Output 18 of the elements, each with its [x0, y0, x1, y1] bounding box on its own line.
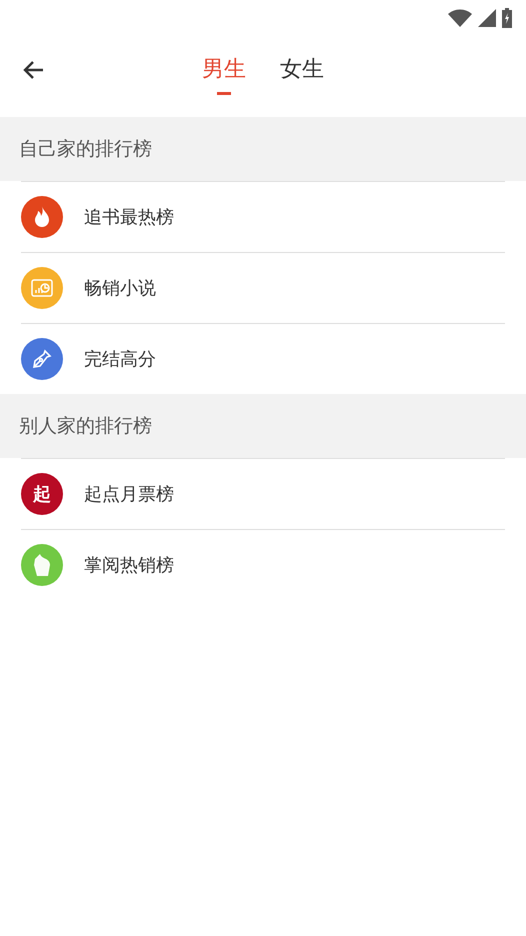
section-header: 别人家的排行榜	[0, 394, 526, 458]
ranking-list-item[interactable]: 畅销小说	[84, 276, 156, 300]
logo-character: 起	[33, 483, 51, 506]
section-header: 自己家的排行榜	[0, 117, 526, 181]
chart-icon	[31, 279, 53, 297]
ranking-list-item[interactable]: 追书最热榜	[84, 205, 174, 229]
battery-icon	[502, 8, 512, 28]
back-arrow-icon[interactable]	[22, 60, 44, 80]
pen-nib-icon	[32, 349, 52, 369]
tab[interactable]: 女生	[278, 36, 326, 95]
signal-icon	[478, 9, 496, 27]
ranking-list-item[interactable]: 完结高分	[84, 347, 156, 371]
ranking-list-item[interactable]: 起点月票榜	[84, 482, 174, 506]
tab[interactable]: 男生	[200, 36, 248, 95]
ranking-list-item[interactable]: 掌阅热销榜	[84, 553, 174, 577]
flame-icon	[32, 205, 52, 229]
book-pages-icon	[32, 553, 52, 577]
wifi-icon	[448, 9, 472, 27]
